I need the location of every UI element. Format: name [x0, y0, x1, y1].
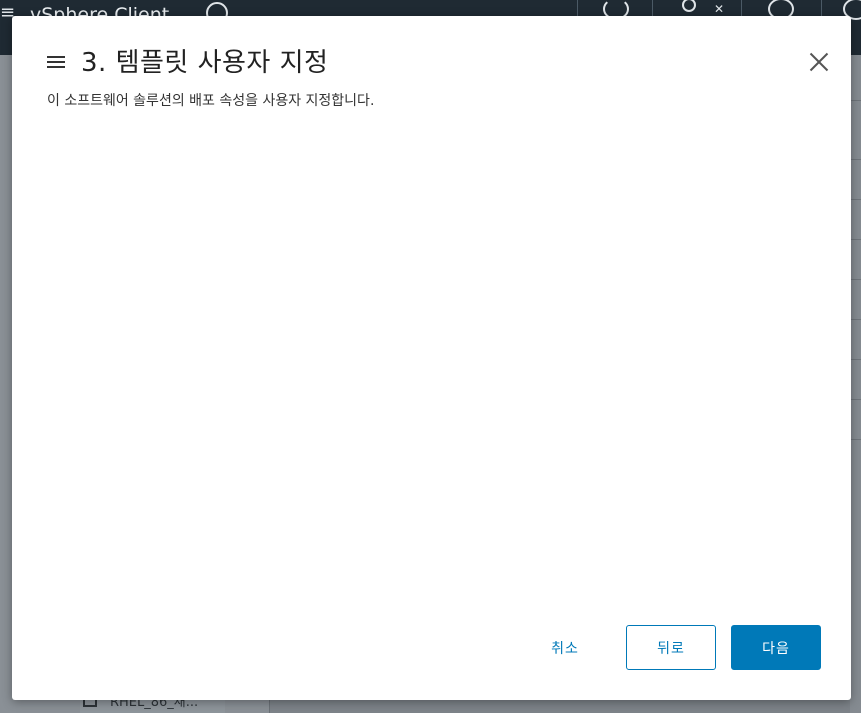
hamburger-icon[interactable]	[47, 54, 65, 68]
back-button[interactable]: 뒤로	[626, 625, 716, 670]
user-icon[interactable]	[682, 0, 696, 12]
chevron-down-icon[interactable]: ✕	[714, 2, 724, 16]
right-panel	[850, 55, 861, 713]
next-button[interactable]: 다음	[731, 625, 821, 670]
modal-subtitle: 이 소프트웨어 솔루션의 배포 속성을 사용자 지정합니다.	[47, 93, 375, 109]
modal-header: 3. 템플릿 사용자 지정	[47, 42, 328, 79]
header-divider	[652, 0, 653, 16]
header-divider	[577, 0, 578, 16]
header-divider	[821, 0, 822, 16]
header-divider	[741, 0, 742, 16]
deploy-wizard-modal: 3. 템플릿 사용자 지정 이 소프트웨어 솔루션의 배포 속성을 사용자 지정…	[12, 16, 851, 700]
close-icon[interactable]	[809, 52, 829, 72]
modal-title: 3. 템플릿 사용자 지정	[81, 48, 329, 78]
cancel-button[interactable]: 취소	[517, 625, 613, 670]
